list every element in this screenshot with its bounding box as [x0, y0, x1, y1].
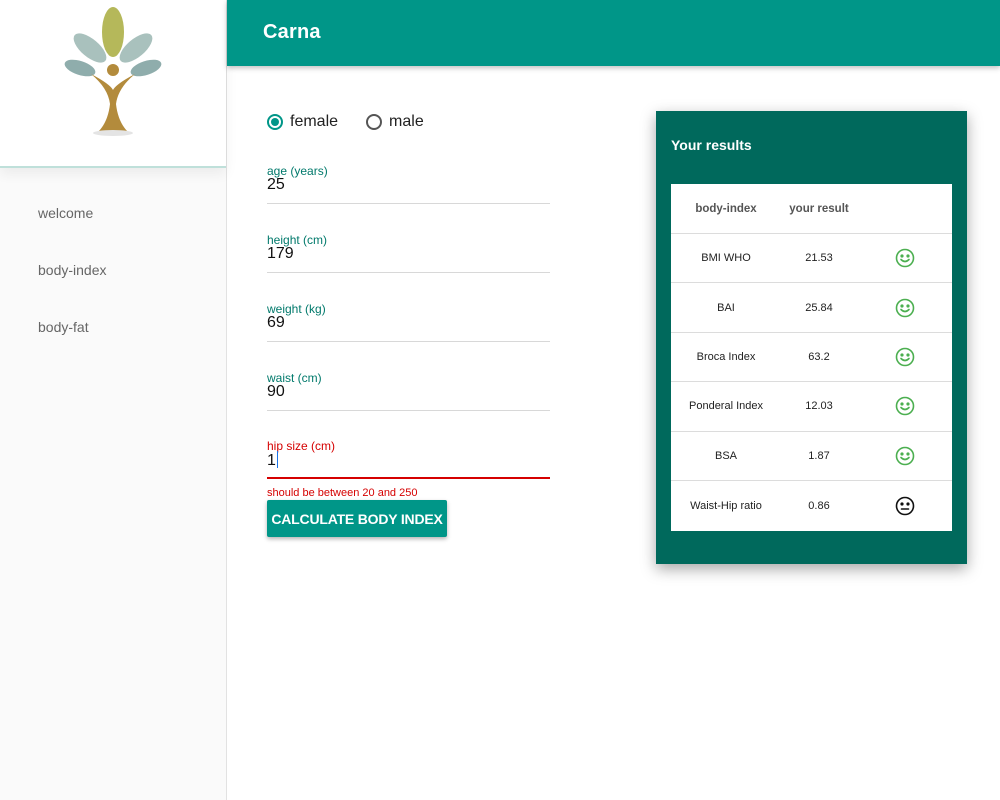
body-index-name: Waist-Hip ratio [690, 499, 762, 512]
radio-unchecked-icon [366, 114, 383, 130]
waist-input[interactable]: 90 [267, 383, 285, 401]
results-table: body-index your result BMI WHO 21.53 BAI 25… [671, 184, 952, 531]
column-header-body-index: body-index [695, 202, 757, 215]
happy-face-icon [895, 397, 914, 416]
height-input[interactable]: 179 [267, 245, 294, 263]
sidebar-item-welcome[interactable]: welcome [0, 192, 226, 249]
body-index-name: BAI [717, 301, 735, 314]
results-card: Your results body-index your result BMI … [656, 111, 967, 564]
hip-size-value: 1 [267, 452, 276, 469]
body-index-name: BSA [714, 449, 737, 462]
sidebar: welcome body-index body-fat [0, 0, 227, 800]
weight-field[interactable]: weight (kg) 69 [267, 302, 550, 342]
happy-face-icon [895, 446, 914, 466]
results-title: Your results [671, 137, 752, 153]
happy-face-icon [895, 347, 914, 367]
body-index-value: 12.03 [805, 400, 833, 413]
radio-label-female: female [290, 113, 339, 130]
body-index-value: 25.84 [805, 301, 833, 314]
happy-face-icon [895, 298, 914, 317]
text-cursor [276, 451, 278, 468]
table-row: BAI 25.84 [671, 283, 952, 333]
gender-radio-group: female male [267, 113, 452, 131]
body-index-value: 0.86 [808, 499, 830, 512]
app-header: Carna [227, 0, 1000, 66]
tree-logo-icon [64, 7, 162, 136]
hip-size-error: should be between 20 and 250 [267, 487, 418, 499]
table-row: Ponderal Index 12.03 [671, 382, 952, 432]
happy-face-icon [895, 248, 914, 268]
radio-label-male: male [389, 113, 424, 130]
neutral-face-icon [895, 496, 914, 515]
hip-size-field[interactable]: hip size (cm) 1 [267, 439, 550, 479]
body-index-name: BMI WHO [701, 252, 751, 265]
body-index-name: Broca Index [696, 350, 756, 363]
height-field[interactable]: height (cm) 179 [267, 233, 550, 273]
body-index-value: 1.87 [808, 449, 830, 462]
results-table-header: body-index your result [671, 184, 952, 234]
sidebar-nav: welcome body-index body-fat [0, 192, 226, 363]
body-index-value: 63.2 [808, 350, 830, 363]
table-row: Broca Index 63.2 [671, 333, 952, 383]
gender-radio-male[interactable]: male [366, 113, 424, 131]
table-row: Waist-Hip ratio 0.86 [671, 481, 952, 530]
waist-field[interactable]: waist (cm) 90 [267, 371, 550, 411]
sidebar-item-body-index[interactable]: body-index [0, 249, 226, 306]
body-index-value: 21.53 [805, 252, 833, 265]
sidebar-item-body-fat[interactable]: body-fat [0, 306, 226, 363]
gender-radio-female[interactable]: female [267, 113, 338, 131]
age-input[interactable]: 25 [267, 176, 285, 194]
age-field[interactable]: age (years) 25 [267, 164, 550, 204]
column-header-your-result: your result [789, 202, 849, 215]
radio-checked-icon [267, 114, 283, 130]
table-row: BMI WHO 21.53 [671, 234, 952, 284]
app-title: Carna [263, 21, 321, 43]
body-index-name: Ponderal Index [689, 400, 763, 413]
table-row: BSA 1.87 [671, 432, 952, 481]
hip-size-input[interactable]: 1 [267, 451, 278, 470]
logo-area [0, 0, 226, 168]
calculate-body-index-button[interactable]: CALCULATE BODY INDEX [267, 500, 447, 537]
weight-input[interactable]: 69 [267, 314, 285, 332]
